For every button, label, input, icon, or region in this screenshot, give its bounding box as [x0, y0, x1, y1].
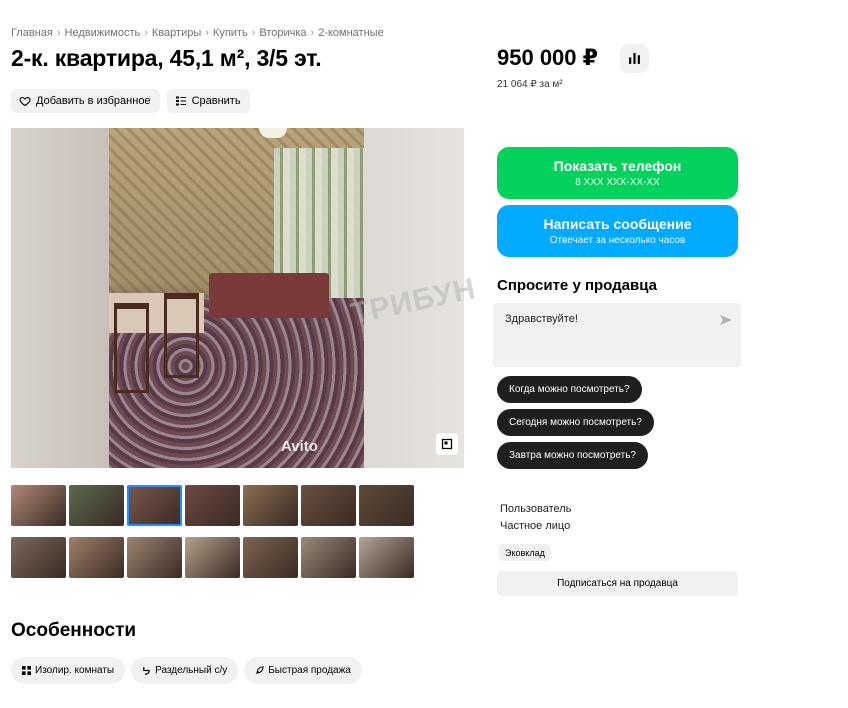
bar-chart-icon — [629, 53, 640, 64]
seller-badge: Эковклад — [499, 544, 551, 561]
price: 950 000 ₽ — [497, 45, 598, 70]
breadcrumb-secondary[interactable]: Вторичка — [259, 27, 306, 39]
quick-reply-today[interactable]: Сегодня можно посмотреть? — [497, 409, 654, 436]
feature-tag: Быстрая продажа — [244, 657, 362, 684]
quick-reply-tomorrow[interactable]: Завтра можно посмотреть? — [497, 442, 648, 469]
add-to-favorites-button[interactable]: Добавить в избранное — [11, 89, 160, 113]
send-icon[interactable] — [719, 313, 733, 327]
photo-thumbnail[interactable] — [301, 485, 356, 526]
breadcrumb-separator: › — [310, 27, 315, 39]
feature-tag-label: Быстрая продажа — [268, 665, 351, 676]
seller-type: Пользователь — [500, 503, 572, 515]
write-message-label: Написать сообщение — [543, 216, 692, 232]
breadcrumb-buy[interactable]: Купить — [213, 27, 248, 39]
photo-thumbnail[interactable] — [359, 485, 414, 526]
photo-thumbnail[interactable] — [127, 537, 182, 578]
photo-thumbnail[interactable] — [69, 537, 124, 578]
compare-button[interactable]: Сравнить — [166, 89, 250, 113]
features-title: Особенности — [11, 620, 137, 641]
breadcrumb-two-room[interactable]: 2-комнатные — [318, 27, 383, 39]
rocket-icon — [255, 666, 264, 675]
page-title: 2-к. квартира, 45,1 м², 3/5 эт. — [11, 45, 322, 71]
photo-blur-left — [11, 128, 109, 468]
response-time: Отвечает за несколько часов — [549, 235, 686, 246]
seller-name[interactable]: Частное лицо — [500, 520, 570, 532]
photo-thumbnail[interactable] — [11, 537, 66, 578]
expand-icon — [441, 438, 453, 450]
photo-thumbnail[interactable] — [69, 485, 124, 526]
breadcrumb-separator: › — [56, 27, 61, 39]
photo-thumbnail[interactable] — [243, 537, 298, 578]
fullscreen-button[interactable] — [436, 433, 458, 455]
price-history-button[interactable] — [620, 44, 649, 73]
show-phone-label: Показать телефон — [553, 158, 682, 174]
subscribe-seller-button[interactable]: Подписаться на продавца — [497, 571, 738, 596]
heart-icon — [19, 96, 31, 107]
room-photo — [109, 128, 364, 468]
message-input[interactable]: Здравствуйте! — [493, 303, 741, 367]
feature-tag-label: Раздельный с/у — [155, 665, 228, 676]
listing-actions: Добавить в избранное Сравнить — [11, 89, 250, 113]
avito-watermark: Avito — [281, 438, 318, 455]
photo-thumbnail[interactable] — [359, 537, 414, 578]
photo-thumbnail[interactable] — [185, 485, 240, 526]
breadcrumb-home[interactable]: Главная — [11, 27, 53, 39]
photo-thumbnail[interactable] — [11, 485, 66, 526]
feature-tag-label: Изолир. комнаты — [35, 665, 115, 676]
breadcrumb-separator: › — [144, 27, 148, 39]
write-message-button[interactable]: Написать сообщение Отвечает за несколько… — [497, 205, 738, 257]
add-to-favorites-label: Добавить в избранное — [36, 95, 151, 107]
photo-thumbnail[interactable] — [301, 537, 356, 578]
toilet-icon — [143, 666, 150, 675]
compare-label: Сравнить — [191, 95, 241, 107]
grid-icon — [22, 666, 31, 675]
feature-tag: Раздельный с/у — [131, 657, 239, 684]
breadcrumb-separator: › — [205, 27, 209, 39]
compare-icon — [175, 96, 186, 106]
breadcrumb-separator: › — [251, 27, 256, 39]
photo-thumbnail[interactable] — [127, 485, 182, 526]
message-input-value: Здравствуйте! — [505, 313, 578, 325]
phone-mask: 8 XXX XXX-XX-XX — [575, 177, 660, 188]
breadcrumb: Главная › Недвижимость › Квартиры › Купить › Вто… — [11, 27, 384, 39]
price-per-meter: 21 064 ₽ за м² — [497, 79, 563, 90]
feature-tag: Изолир. комнаты — [11, 657, 126, 684]
photo-thumbnail[interactable] — [185, 537, 240, 578]
quick-reply-when[interactable]: Когда можно посмотреть? — [497, 376, 642, 403]
breadcrumb-realty[interactable]: Недвижимость — [65, 27, 141, 39]
thumbnail-grid — [11, 485, 423, 578]
show-phone-button[interactable]: Показать телефон 8 XXX XXX-XX-XX — [497, 147, 738, 199]
ask-seller-title: Спросите у продавца — [497, 277, 657, 294]
features-tags: Изолир. комнаты Раздельный с/у Быстрая п… — [11, 657, 362, 684]
photo-thumbnail[interactable] — [243, 485, 298, 526]
breadcrumb-apartments[interactable]: Квартиры — [152, 27, 201, 39]
